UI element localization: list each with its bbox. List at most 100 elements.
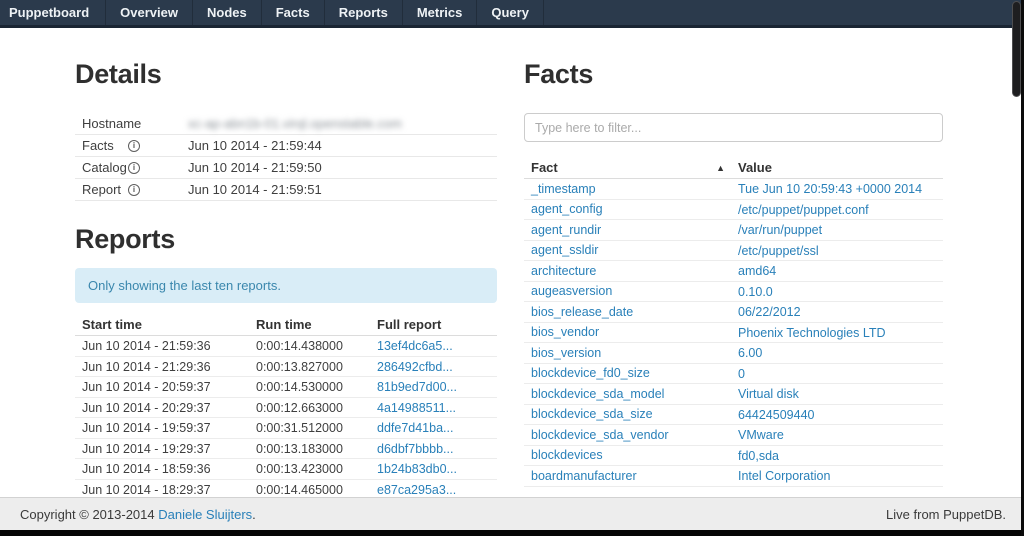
- fact-name-link[interactable]: blockdevice_fd0_size: [531, 363, 650, 384]
- navbar: Puppetboard Overview Nodes Facts Reports…: [0, 0, 1024, 28]
- report-row: Jun 10 2014 - 21:59:36 0:00:14.438000 13…: [75, 336, 497, 357]
- detail-row-hostname: Hostname xc-ap-abn1b-01.virql.openstable…: [75, 113, 497, 135]
- fact-row: blockdevice_sda_model Virtual disk: [524, 384, 943, 405]
- fact-name-link[interactable]: blockdevices: [531, 445, 603, 466]
- nav-item[interactable]: Facts: [262, 0, 325, 25]
- fact-name-link[interactable]: blockdevice_sda_model: [531, 384, 664, 405]
- nav-item[interactable]: Metrics: [403, 0, 478, 25]
- fact-value-link[interactable]: fd0,sda: [738, 449, 779, 463]
- fact-value-link[interactable]: Intel Corporation: [738, 469, 830, 483]
- fact-name-link[interactable]: agent_config: [531, 199, 603, 220]
- fact-name-link[interactable]: boardmanufacturer: [531, 466, 637, 487]
- report-run-time: 0:00:13.183000: [249, 439, 370, 459]
- fact-row: boardmanufacturer Intel Corporation: [524, 466, 943, 487]
- detail-label: Report i: [75, 179, 188, 200]
- footer: Copyright © 2013-2014 Daniele Sluijters.…: [0, 497, 1024, 530]
- detail-label: Hostname: [75, 113, 188, 134]
- info-icon: i: [128, 162, 140, 174]
- detail-timestamp: Jun 10 2014 - 21:59:50: [188, 157, 497, 178]
- report-start-time: Jun 10 2014 - 18:29:37: [75, 480, 249, 498]
- detail-timestamp: Jun 10 2014 - 21:59:51: [188, 179, 497, 200]
- detail-row: Facts i Jun 10 2014 - 21:59:44: [75, 135, 497, 157]
- facts-table: Fact ▲ Value _timestamp Tue Jun 10 20:59…: [524, 157, 943, 487]
- fact-value-link[interactable]: 6.00: [738, 346, 762, 360]
- fact-value-link[interactable]: VMware: [738, 428, 784, 442]
- report-run-time: 0:00:13.423000: [249, 459, 370, 479]
- report-hash-link[interactable]: 81b9ed7d00...: [377, 380, 457, 394]
- live-from-puppetdb-text: Live from PuppetDB.: [886, 507, 1006, 522]
- report-row: Jun 10 2014 - 20:59:37 0:00:14.530000 81…: [75, 377, 497, 398]
- fact-name-link[interactable]: _timestamp: [531, 179, 596, 200]
- report-row: Jun 10 2014 - 21:29:36 0:00:13.827000 28…: [75, 357, 497, 378]
- report-run-time: 0:00:14.530000: [249, 377, 370, 397]
- fact-name-link[interactable]: blockdevice_sda_size: [531, 404, 653, 425]
- report-run-time: 0:00:14.438000: [249, 336, 370, 356]
- fact-value-link[interactable]: amd64: [738, 264, 776, 278]
- fact-row: blockdevices fd0,sda: [524, 446, 943, 467]
- fact-row: blockdevice_sda_size 64424509440: [524, 405, 943, 426]
- fact-value-link[interactable]: 64424509440: [738, 408, 814, 422]
- report-hash-link[interactable]: 13ef4dc6a5...: [377, 339, 453, 353]
- report-row: Jun 10 2014 - 19:59:37 0:00:31.512000 dd…: [75, 418, 497, 439]
- nav-item[interactable]: Nodes: [193, 0, 262, 25]
- report-hash-link[interactable]: d6dbf7bbbb...: [377, 442, 453, 456]
- report-row: Jun 10 2014 - 18:59:36 0:00:13.423000 1b…: [75, 459, 497, 480]
- fact-row: blockdevice_fd0_size 0: [524, 364, 943, 385]
- fact-value-link[interactable]: 0: [738, 367, 745, 381]
- fact-name-link[interactable]: bios_vendor: [531, 322, 599, 343]
- report-run-time: 0:00:12.663000: [249, 398, 370, 418]
- fact-row: bios_vendor Phoenix Technologies LTD: [524, 323, 943, 344]
- fact-value-link[interactable]: Tue Jun 10 20:59:43 +0000 2014: [738, 182, 922, 196]
- fact-row: bios_version 6.00: [524, 343, 943, 364]
- fact-row: augeasversion 0.10.0: [524, 282, 943, 303]
- facts-filter-input[interactable]: [524, 113, 943, 142]
- report-start-time: Jun 10 2014 - 20:29:37: [75, 398, 249, 418]
- node-details-column: Details Hostname xc-ap-abn1b-01.virql.op…: [75, 28, 497, 497]
- header-value[interactable]: Value: [731, 157, 943, 178]
- nav-item[interactable]: Reports: [325, 0, 403, 25]
- fact-row: blockdevice_sda_vendor VMware: [524, 425, 943, 446]
- window-bottom-edge: [0, 530, 1024, 536]
- fact-name-link[interactable]: bios_release_date: [531, 302, 633, 323]
- fact-name-link[interactable]: bios_version: [531, 343, 601, 364]
- fact-row: bios_release_date 06/22/2012: [524, 302, 943, 323]
- fact-row: agent_config /etc/puppet/puppet.conf: [524, 200, 943, 221]
- fact-value-link[interactable]: /var/run/puppet: [738, 223, 822, 237]
- report-start-time: Jun 10 2014 - 18:59:36: [75, 459, 249, 479]
- facts-heading: Facts: [524, 58, 943, 91]
- header-full-report: Full report: [370, 314, 497, 335]
- fact-value-link[interactable]: /etc/puppet/ssl: [738, 244, 819, 258]
- fact-row: agent_rundir /var/run/puppet: [524, 220, 943, 241]
- report-start-time: Jun 10 2014 - 19:29:37: [75, 439, 249, 459]
- report-hash-link[interactable]: 286492cfbd...: [377, 360, 453, 374]
- scrollbar-thumb[interactable]: [1012, 1, 1021, 97]
- report-hash-link[interactable]: e87ca295a3...: [377, 483, 456, 497]
- details-table: Hostname xc-ap-abn1b-01.virql.openstable…: [75, 113, 497, 201]
- info-icon: i: [128, 140, 140, 152]
- header-fact[interactable]: Fact ▲: [524, 157, 731, 178]
- navbar-brand[interactable]: Puppetboard: [0, 0, 106, 25]
- report-start-time: Jun 10 2014 - 19:59:37: [75, 418, 249, 438]
- report-hash-link[interactable]: ddfe7d41ba...: [377, 421, 453, 435]
- report-run-time: 0:00:14.465000: [249, 480, 370, 498]
- author-link[interactable]: Daniele Sluijters: [158, 507, 252, 522]
- fact-value-link[interactable]: 06/22/2012: [738, 305, 801, 319]
- detail-timestamp: Jun 10 2014 - 21:59:44: [188, 135, 497, 156]
- fact-name-link[interactable]: agent_rundir: [531, 220, 601, 241]
- reports-table: Start time Run time Full report Jun 10 2…: [75, 314, 497, 497]
- nav-item[interactable]: Overview: [106, 0, 193, 25]
- fact-value-link[interactable]: Phoenix Technologies LTD: [738, 326, 886, 340]
- fact-value-link[interactable]: /etc/puppet/puppet.conf: [738, 203, 869, 217]
- header-start-time: Start time: [75, 314, 249, 335]
- nav-item[interactable]: Query: [477, 0, 544, 25]
- fact-value-link[interactable]: Virtual disk: [738, 387, 799, 401]
- report-row: Jun 10 2014 - 20:29:37 0:00:12.663000 4a…: [75, 398, 497, 419]
- fact-name-link[interactable]: augeasversion: [531, 281, 612, 302]
- fact-value-link[interactable]: 0.10.0: [738, 285, 773, 299]
- report-hash-link[interactable]: 1b24b83db0...: [377, 462, 457, 476]
- fact-name-link[interactable]: blockdevice_sda_vendor: [531, 425, 669, 446]
- fact-name-link[interactable]: agent_ssldir: [531, 240, 598, 261]
- fact-row: agent_ssldir /etc/puppet/ssl: [524, 241, 943, 262]
- fact-name-link[interactable]: architecture: [531, 261, 596, 282]
- report-hash-link[interactable]: 4a14988511...: [377, 401, 456, 415]
